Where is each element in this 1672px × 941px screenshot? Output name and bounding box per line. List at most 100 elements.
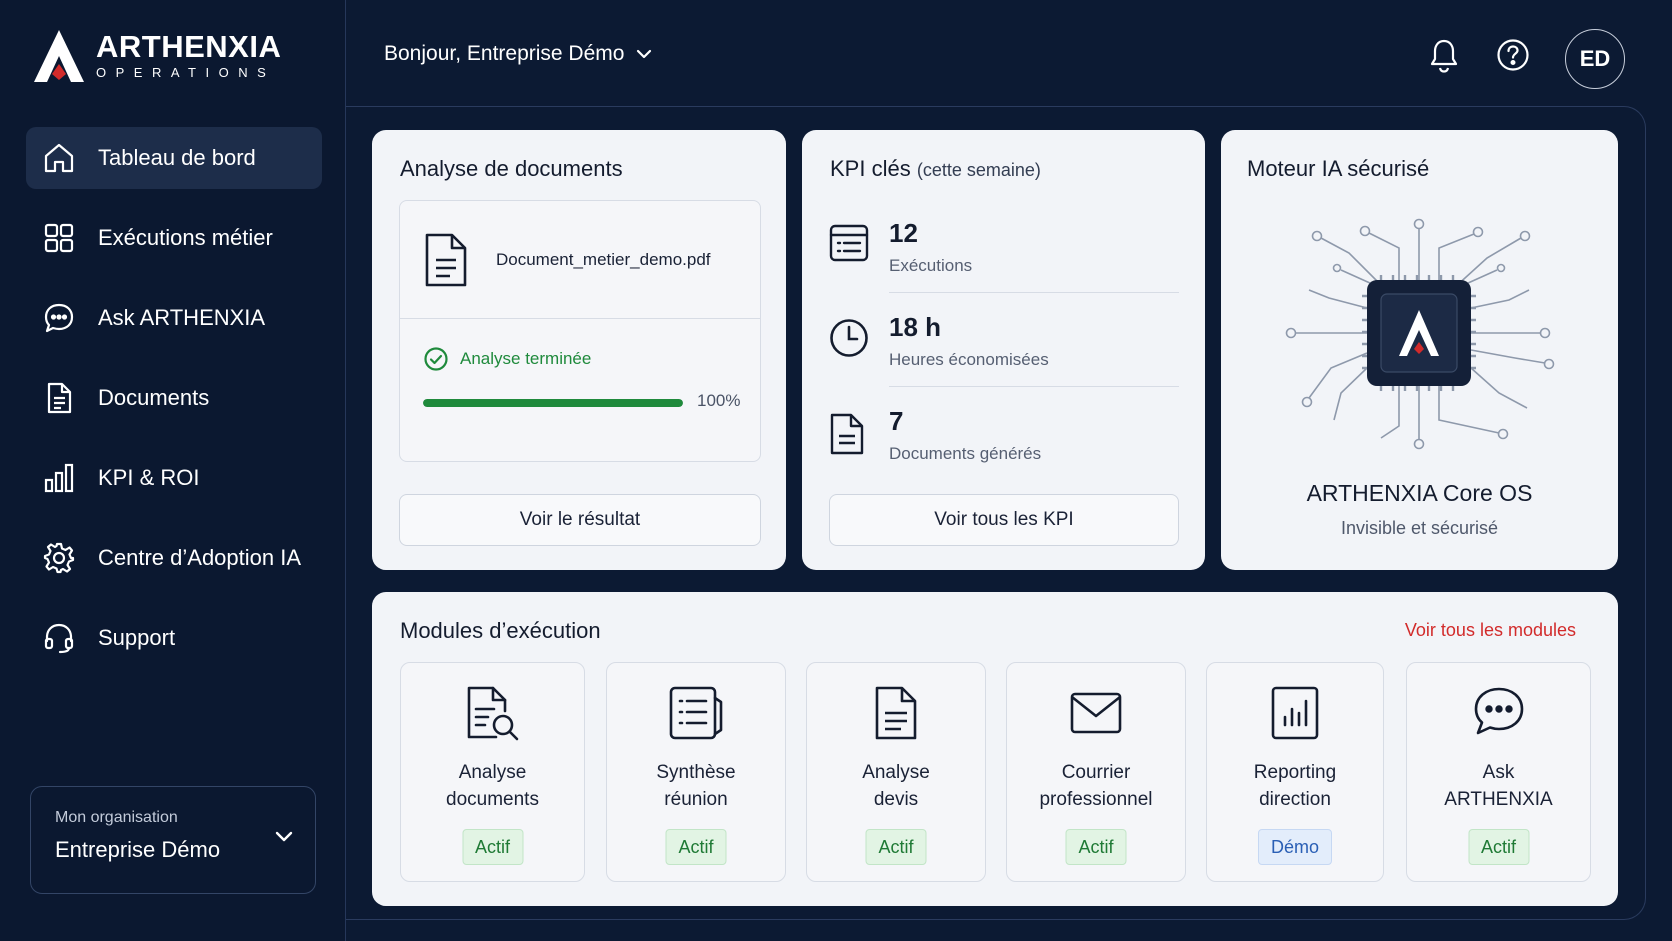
module-label: Ask ARTHENXIA — [1444, 762, 1553, 810]
kpi-executions: 12 Exécutions — [829, 218, 1179, 298]
grid-icon — [44, 223, 74, 253]
document-file[interactable]: Document_metier_demo.pdf — [400, 201, 760, 319]
report-chart-icon — [1271, 686, 1319, 740]
avatar[interactable]: ED — [1565, 29, 1625, 89]
chat-icon — [44, 303, 74, 333]
brand-logo[interactable]: ARTHENXIA OPERATIONS — [34, 28, 281, 84]
sidebar-item-label: Documents — [98, 385, 210, 410]
arthenxia-logo-icon — [34, 30, 84, 82]
document-search-icon — [467, 686, 518, 741]
module-courrier-professionnel[interactable]: Courrier professionnel Actif — [1006, 662, 1186, 882]
kpi-value: 7 — [889, 406, 904, 436]
status-badge: Actif — [865, 829, 927, 865]
organization-selector[interactable]: Mon organisation Entreprise Démo — [30, 786, 316, 894]
bell-icon[interactable] — [1428, 38, 1460, 74]
clock-icon — [830, 319, 868, 357]
module-label: Courrier professionnel — [1039, 762, 1153, 810]
ai-chip-icon — [1285, 218, 1555, 450]
document-icon — [830, 413, 864, 455]
chevron-down-icon — [275, 831, 293, 842]
kpi-divider — [889, 292, 1179, 293]
sidebar-item-label: Exécutions métier — [98, 225, 273, 250]
sidebar-item-kpi-roi[interactable]: KPI & ROI — [26, 447, 322, 509]
kpi-label: Exécutions — [889, 256, 973, 275]
kpi-period: (cette semaine) — [916, 160, 1041, 180]
kpi-card: KPI clés (cette semaine) 12 Exécutions 1… — [802, 130, 1205, 570]
ai-engine-card: Moteur IA sécurisé ARTHENXIA Core OS Inv… — [1221, 130, 1618, 570]
mail-icon — [1070, 692, 1122, 734]
status-badge: Actif — [665, 829, 727, 865]
sidebar-nav: Tableau de bord Exécutions métier Ask AR… — [26, 127, 322, 687]
sidebar-item-label: Ask ARTHENXIA — [98, 305, 266, 330]
sidebar-item-support[interactable]: Support — [26, 607, 322, 669]
kpi-documents-generated: 7 Documents générés — [829, 406, 1179, 486]
status-badge: Actif — [461, 829, 524, 865]
sidebar: ARTHENXIA OPERATIONS Tableau de bord Exé… — [0, 0, 346, 941]
kpi-hours-saved: 18 h Heures économisées — [829, 312, 1179, 392]
module-label: Reporting direction — [1253, 762, 1337, 810]
document-icon — [425, 233, 467, 286]
module-label: Synthèse réunion — [656, 762, 736, 810]
meeting-notes-icon — [669, 686, 723, 740]
ai-engine-name: ARTHENXIA Core OS — [1306, 480, 1533, 506]
status-badge: Démo — [1257, 829, 1333, 865]
analysis-status: Analyse terminée — [424, 347, 591, 371]
ai-engine-title: Moteur IA sécurisé — [1247, 156, 1430, 181]
gear-icon — [43, 542, 75, 574]
home-icon — [44, 143, 74, 173]
greeting-text: Bonjour, Entreprise Démo — [384, 42, 625, 65]
kpi-card-title: KPI clés (cette semaine) — [830, 156, 1041, 182]
sidebar-item-centre-adoption-ia[interactable]: Centre d’Adoption IA — [26, 527, 322, 589]
view-result-button[interactable]: Voir le résultat — [399, 494, 761, 546]
ai-engine-subtitle: Invisible et sécurisé — [1340, 518, 1499, 538]
kpi-label: Heures économisées — [889, 350, 1049, 369]
status-badge: Actif — [1065, 829, 1127, 865]
document-analysis-card: Analyse de documents Document_metier_dem… — [372, 130, 786, 570]
modules-card: Modules d’exécution Voir tous les module… — [372, 592, 1618, 906]
kpi-label: Documents générés — [889, 444, 1042, 463]
sidebar-item-executions-metier[interactable]: Exécutions métier — [26, 207, 322, 269]
analysis-progress-bar — [423, 399, 683, 407]
greeting-dropdown[interactable]: Bonjour, Entreprise Démo — [384, 42, 652, 66]
module-label: Analyse devis — [862, 762, 930, 810]
analysis-progress-label: 100% — [697, 391, 741, 410]
list-icon — [829, 224, 869, 262]
analysis-status-text: Analyse terminée — [460, 349, 592, 368]
bar-chart-icon — [44, 463, 74, 493]
kpi-value: 18 h — [889, 312, 942, 342]
module-analyse-documents[interactable]: Analyse documents Actif — [400, 662, 585, 882]
quote-document-icon — [875, 686, 917, 740]
module-ask-arthenxia[interactable]: Ask ARTHENXIA Actif — [1406, 662, 1591, 882]
view-all-modules-link[interactable]: Voir tous les modules — [1405, 620, 1576, 641]
module-reporting-direction[interactable]: Reporting direction Démo — [1206, 662, 1384, 882]
brand-name: ARTHENXIA — [96, 29, 282, 64]
module-analyse-devis[interactable]: Analyse devis Actif — [806, 662, 986, 882]
document-file-name: Document_metier_demo.pdf — [496, 249, 711, 269]
check-circle-icon — [424, 347, 448, 371]
sidebar-item-documents[interactable]: Documents — [26, 367, 322, 429]
organization-label: Mon organisation — [55, 809, 178, 826]
document-box: Document_metier_demo.pdf Analyse terminé… — [399, 200, 761, 462]
module-synthese-reunion[interactable]: Synthèse réunion Actif — [606, 662, 786, 882]
sidebar-item-tableau-de-bord[interactable]: Tableau de bord — [26, 127, 322, 189]
kpi-divider — [889, 386, 1179, 387]
sidebar-item-label: Centre d’Adoption IA — [98, 545, 302, 570]
document-icon — [47, 382, 72, 414]
sidebar-item-label: Support — [98, 625, 176, 650]
kpi-title: KPI clés — [830, 156, 911, 181]
brand-subtitle: OPERATIONS — [96, 65, 276, 80]
module-label: Analyse documents — [446, 762, 539, 810]
view-all-kpi-button[interactable]: Voir tous les KPI — [829, 494, 1179, 546]
chevron-down-icon — [637, 49, 652, 59]
headset-icon — [44, 623, 74, 654]
sidebar-item-label: Tableau de bord — [98, 145, 256, 170]
analysis-progress-fill — [423, 399, 683, 407]
sidebar-item-label: KPI & ROI — [98, 465, 200, 490]
status-badge: Actif — [1467, 829, 1530, 865]
chat-icon — [1474, 687, 1523, 735]
help-icon[interactable] — [1496, 38, 1530, 72]
sidebar-item-ask-arthenxia[interactable]: Ask ARTHENXIA — [26, 287, 322, 349]
kpi-value: 12 — [889, 218, 918, 248]
document-analysis-title: Analyse de documents — [400, 156, 623, 181]
modules-title: Modules d’exécution — [400, 618, 601, 643]
